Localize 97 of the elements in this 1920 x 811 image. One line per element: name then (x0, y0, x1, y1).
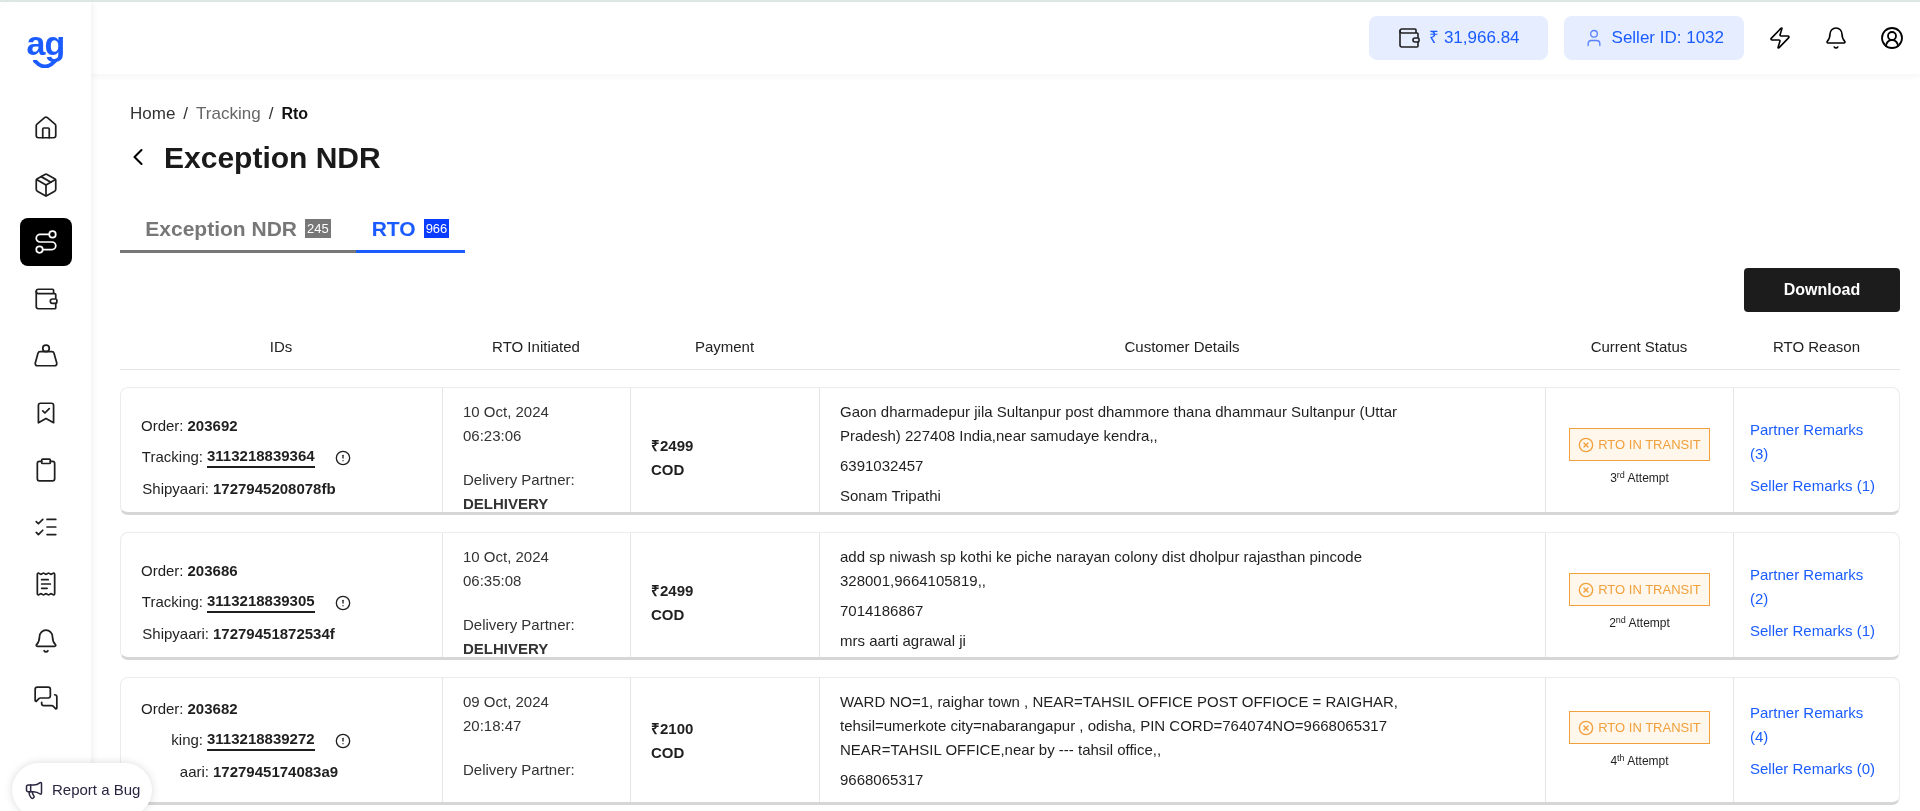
tracking-number[interactable]: 3113218839272 (207, 730, 315, 751)
cross-icon (1578, 719, 1595, 736)
partner-label: Delivery Partner: (463, 469, 576, 490)
seller-id: Seller ID: 1032 (1611, 27, 1724, 50)
customer-address: Gaon dharmadepur jila Sultanpur post dhammore thana dhammaur Sultanpur (Uttar Pradesh) 227408 India,near samudaye kendra,, (840, 401, 1398, 446)
tab[interactable]: RTO 966 (356, 212, 465, 253)
column-header: Payment (693, 337, 756, 357)
tracking-number[interactable]: 3113218839305 (207, 592, 315, 613)
home-icon (32, 115, 59, 141)
order-label: Order: (141, 698, 184, 719)
column-header: IDs (268, 337, 294, 357)
page-title: Exception NDR (164, 139, 381, 176)
notifications-icon[interactable] (1824, 26, 1848, 50)
seller-remarks-link[interactable]: Seller Remarks (1) (1750, 618, 1891, 643)
shipyaari-id: 1727945174083a9 (213, 761, 339, 782)
partner-label: Delivery Partner: (463, 759, 576, 780)
megaphone-icon (24, 780, 44, 800)
status-badge: RTO IN TRANSIT (1569, 427, 1710, 462)
payment-mode: COD (651, 459, 686, 480)
breadcrumb-separator: / (183, 103, 189, 125)
chat-icon (32, 685, 59, 711)
wallet-balance: ₹ 31,966.84 (1429, 27, 1520, 50)
tracking-label: Tracking: (141, 592, 203, 613)
attempt-count: 4$^{th}$ Attempt (1610, 752, 1669, 771)
profile-icon[interactable] (1880, 26, 1904, 50)
weight-icon (32, 343, 59, 369)
status-badge: RTO IN TRANSIT (1569, 710, 1710, 745)
logo[interactable]: ag (26, 26, 65, 60)
order-number: 203692 (187, 415, 238, 436)
partner-name: DELHIVERY (463, 638, 550, 657)
customer-phone: 9668065317 (840, 769, 925, 790)
rto-time: 06:35:08 (463, 570, 523, 591)
payment-mode: COD (651, 604, 686, 625)
shipyaari-id: 17279451872534f (213, 623, 335, 644)
payment-amount: ₹2499 (651, 435, 695, 456)
attempt-count: 2$^{nd}$ Attempt (1609, 614, 1670, 633)
payment-mode: COD (651, 742, 686, 763)
column-header: Current Status (1589, 337, 1689, 357)
rto-time: 06:23:06 (463, 425, 523, 446)
customer-address: add sp niwash sp kothi ke piche narayan colony dist dholpur rajasthan pincode 328001,9664105819,, (840, 546, 1363, 591)
partner-remarks-link[interactable]: Partner Remarks (4) (1750, 700, 1880, 749)
order-label: Order: (141, 560, 184, 581)
tab-count: 966 (423, 218, 450, 238)
info-icon[interactable] (334, 449, 351, 466)
tracking-label: king: (170, 730, 203, 751)
order-number: 203686 (187, 560, 238, 581)
customer-phone: 7014186867 (840, 600, 925, 621)
customer-name: mrs aarti agrawal ji (840, 630, 967, 651)
customer-name: Sonam Tripathi (840, 485, 942, 506)
shipyaari-label: aari: (178, 761, 209, 782)
download-button[interactable]: Download (1744, 268, 1900, 312)
rto-date: 10 Oct, 2024 (463, 546, 550, 567)
payment-amount: ₹2100 (651, 718, 695, 739)
lightning-icon[interactable] (1768, 26, 1792, 50)
box-icon (32, 172, 59, 198)
report-bug-button[interactable]: Report a Bug (12, 763, 153, 811)
breadcrumb-link[interactable]: Rto (281, 101, 309, 126)
payment-amount: ₹2499 (651, 580, 695, 601)
partner-name: DELHIVERY (463, 493, 550, 512)
breadcrumb-link[interactable]: Home (130, 101, 176, 127)
breadcrumb-link[interactable]: Tracking (196, 101, 261, 127)
cross-icon (1578, 436, 1595, 453)
rto-date: 09 Oct, 2024 (463, 691, 550, 712)
cross-icon (1578, 581, 1595, 598)
status-badge: RTO IN TRANSIT (1569, 572, 1710, 607)
rto-time: 20:18:47 (463, 715, 523, 736)
column-header: Customer Details (1123, 337, 1241, 357)
wallet-icon (32, 286, 59, 312)
shipyaari-label: Shipyaari: (141, 623, 209, 644)
customer-phone: 6391032457 (840, 455, 925, 476)
wallet-icon (1397, 26, 1422, 50)
rto-date: 10 Oct, 2024 (463, 401, 550, 422)
partner-remarks-link[interactable]: Partner Remarks (2) (1750, 562, 1880, 611)
sidebar-item[interactable] (19, 218, 72, 266)
seller-remarks-link[interactable]: Seller Remarks (0) (1750, 756, 1891, 781)
shipyaari-id: 1727945208078fb (213, 478, 336, 499)
column-header: RTO Reason (1772, 337, 1861, 357)
order-label: Order: (141, 415, 184, 436)
attempt-count: 3$^{rd}$ Attempt (1610, 469, 1669, 488)
order-number: 203682 (187, 698, 238, 719)
breadcrumb-separator: / (268, 103, 274, 125)
tracking-number[interactable]: 3113218839364 (207, 447, 315, 468)
info-icon[interactable] (334, 732, 351, 749)
customer-address: WARD NO=1, raighar town , NEAR=TAHSIL OFFICE POST OFFIOCE = RAIGHAR, tehsil=umerkote city=nabarangapur , odisha, PIN CORD=764074NO=9668065317 NEAR=TAHSIL OFFICE,near by --- tahsil office,, (840, 691, 1400, 760)
column-header: RTO Initiated (491, 337, 581, 357)
tab-count: 245 (305, 218, 331, 238)
partner-remarks-link[interactable]: Partner Remarks (3) (1750, 417, 1880, 466)
shipyaari-label: Shipyaari: (141, 478, 209, 499)
info-icon[interactable] (334, 594, 351, 611)
seller-remarks-link[interactable]: Seller Remarks (1) (1750, 473, 1891, 498)
bell-icon (32, 628, 59, 654)
smile-icon (33, 60, 58, 68)
route-icon (32, 229, 59, 255)
tab[interactable]: Exception NDR 245 (120, 212, 356, 253)
tracking-label: Tracking: (141, 447, 203, 468)
wallet-chip[interactable]: ₹ 31,966.84 (1369, 16, 1548, 60)
partner-label: Delivery Partner: (463, 614, 576, 635)
